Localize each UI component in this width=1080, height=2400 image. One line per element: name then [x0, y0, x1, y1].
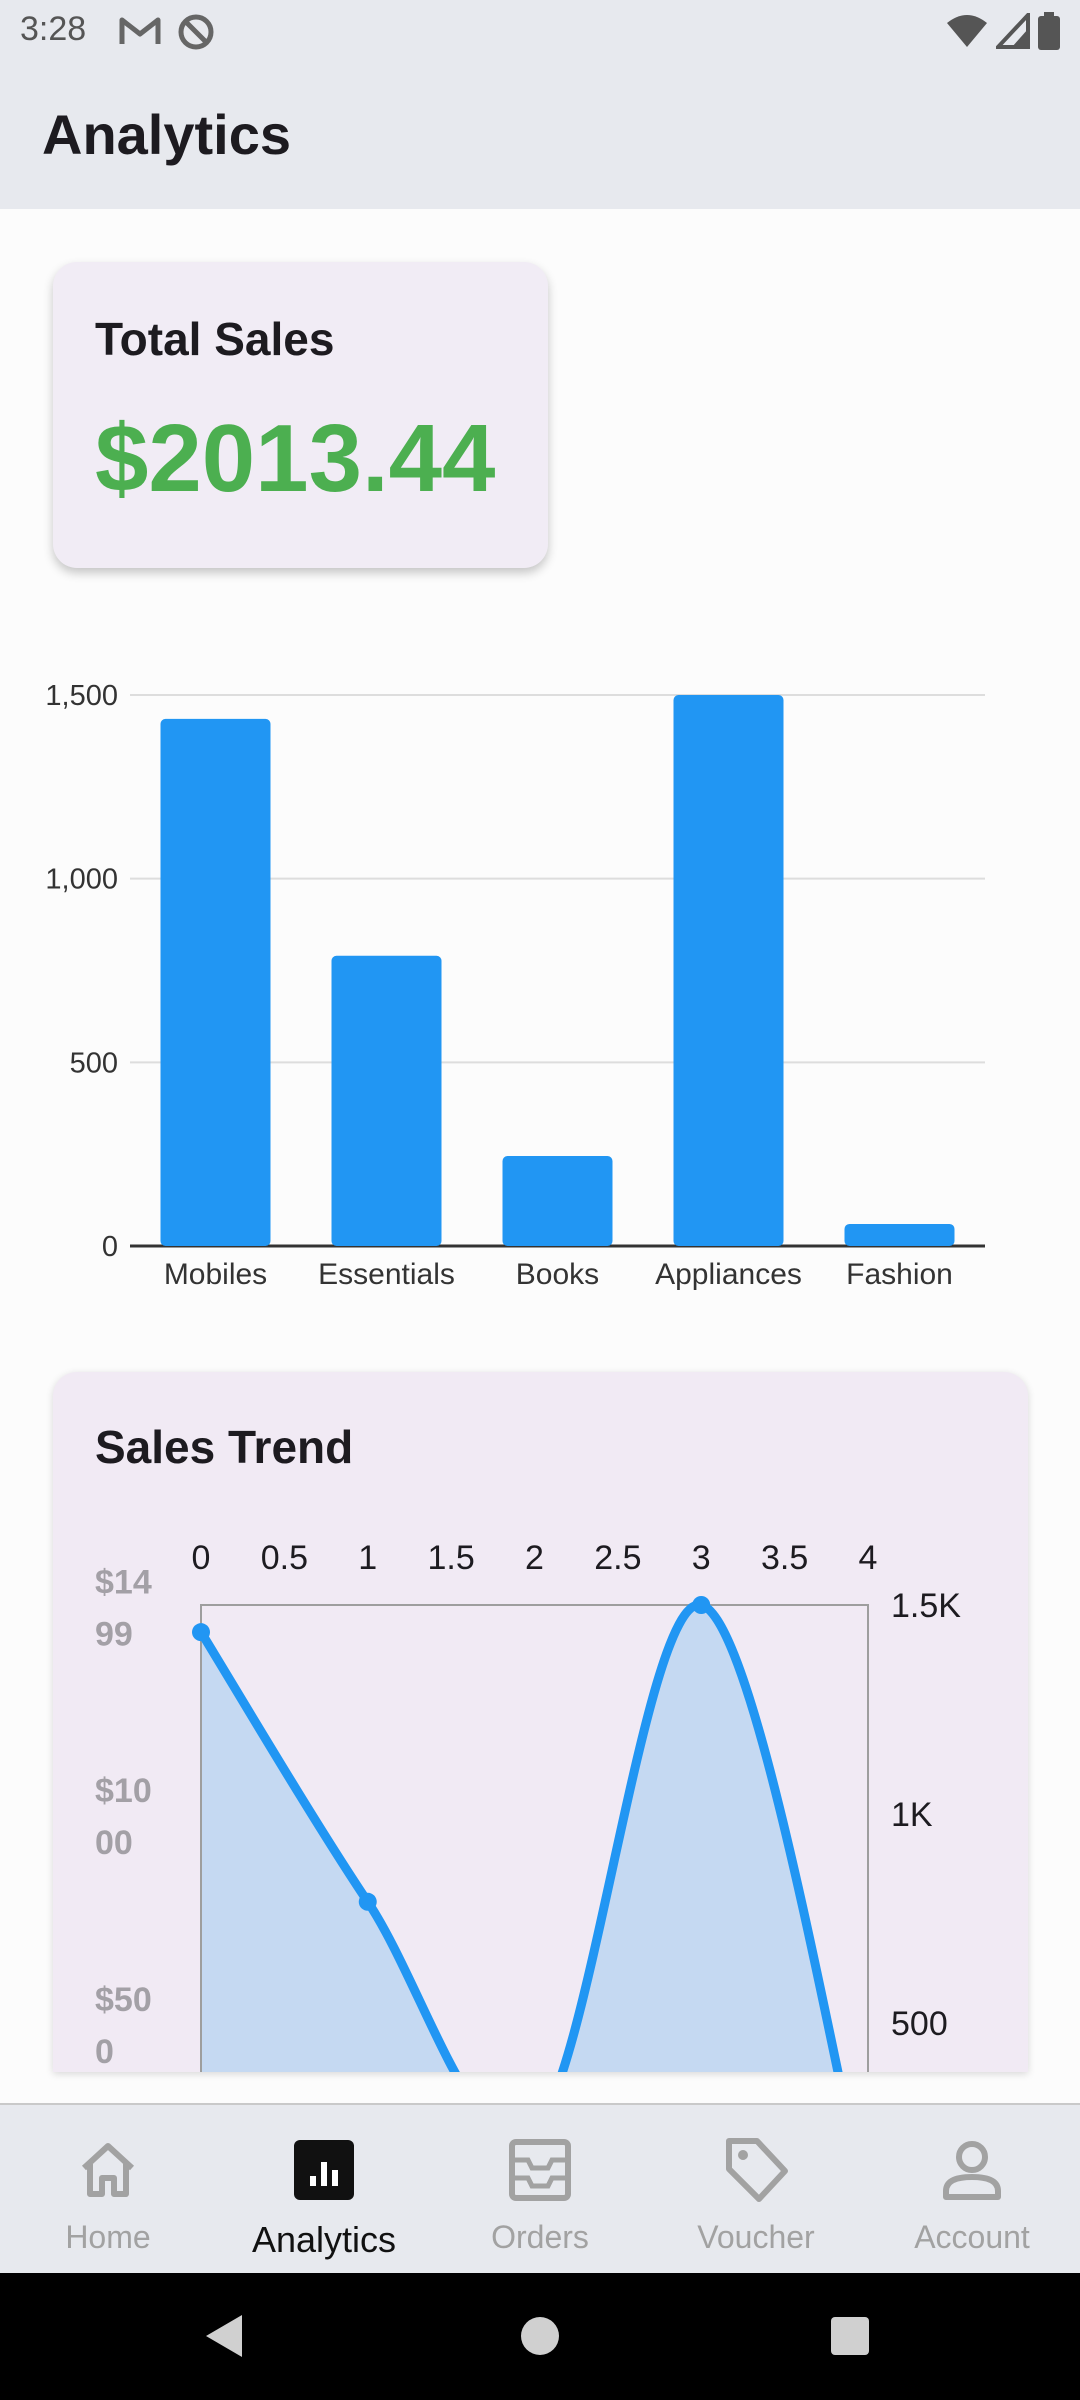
home-icon	[81, 2143, 135, 2197]
x-tick-label: Essentials	[318, 1258, 455, 1291]
sales-trend-card: 0 0.5 1 1.5 2 2.5 3 3.5 4 $14 99 $10 00 $50 0 1.5K 1K 500…	[53, 1372, 1028, 2072]
x-tick-label: 1	[358, 1539, 377, 1577]
total-sales-value: $2013.44	[95, 405, 496, 512]
nav-item-home[interactable]: Home	[0, 2105, 216, 2273]
bottom-navigation: Home Analytics Orders Voucher Account	[0, 2103, 1080, 2273]
y-left-tick-label: $10	[95, 1772, 152, 1810]
bar	[502, 1156, 613, 1246]
nav-label-voucher: Voucher	[697, 2219, 815, 2255]
x-tick-label: 0.5	[261, 1539, 308, 1577]
nav-item-account[interactable]: Account	[864, 2105, 1080, 2273]
status-time: 3:28	[20, 10, 87, 48]
account-icon	[943, 2141, 1001, 2200]
y-left-tick-label: 00	[95, 1824, 133, 1862]
total-sales-card: Total Sales $2013.44	[53, 262, 548, 568]
page-title: Analytics	[42, 103, 291, 166]
analytics-icon	[294, 2140, 354, 2200]
battery-icon	[1038, 12, 1060, 50]
trend-point	[692, 1596, 711, 1614]
nav-label-orders: Orders	[491, 2219, 589, 2255]
orders-icon	[509, 2139, 571, 2201]
wifi-icon	[947, 15, 987, 47]
bar	[844, 1223, 955, 1246]
y-left-tick-label: $50	[95, 1981, 152, 2019]
sales-trend-line-chart: 0 0.5 1 1.5 2 2.5 3 3.5 4 $14 99 $10 00 $50 0 1.5K 1K 500	[95, 1539, 961, 2072]
total-sales-label: Total Sales	[95, 313, 335, 365]
trend-point	[358, 1892, 377, 1911]
y-left-tick-label: 99	[95, 1615, 133, 1653]
x-tick-label: Appliances	[655, 1258, 802, 1291]
nav-item-orders[interactable]: Orders	[432, 2105, 648, 2273]
y-tick-label: 0	[102, 1231, 118, 1263]
bar	[673, 695, 784, 1246]
y-tick-label: 1,000	[45, 864, 118, 896]
y-right-tick-label: 500	[891, 2005, 948, 2043]
nav-item-analytics[interactable]: Analytics	[216, 2105, 432, 2273]
y-right-tick-label: 1.5K	[891, 1587, 961, 1625]
x-tick-label: 3	[692, 1539, 711, 1577]
sales-trend-title: Sales Trend	[95, 1421, 354, 1473]
home-button-icon[interactable]	[520, 2313, 560, 2359]
y-tick-label: 1,500	[45, 680, 118, 712]
status-bar: 3:28	[0, 0, 1080, 64]
nav-item-voucher[interactable]: Voucher	[648, 2105, 864, 2273]
x-tick-label: 3.5	[761, 1539, 808, 1577]
trend-point	[192, 1623, 210, 1642]
nav-label-analytics: Analytics	[251, 2219, 397, 2260]
y-right-tick-label: 1K	[891, 1796, 933, 1834]
x-tick-label: 0	[192, 1539, 211, 1577]
x-tick-label: 1.5	[427, 1539, 474, 1577]
nav-label-home: Home	[65, 2219, 151, 2255]
nav-label-account: Account	[914, 2219, 1030, 2255]
y-tick-label: 500	[70, 1047, 118, 1079]
no-disturb-icon	[178, 14, 214, 50]
x-tick-label: Mobiles	[164, 1258, 267, 1291]
x-tick-label: 2.5	[594, 1539, 641, 1577]
gmail-icon	[119, 17, 161, 44]
x-tick-label: 2	[525, 1539, 544, 1577]
x-tick-label: Books	[516, 1258, 599, 1291]
back-icon[interactable]	[204, 2313, 244, 2359]
app-bar: Analytics	[0, 64, 1080, 209]
trend-area	[201, 1604, 838, 2072]
bar	[160, 718, 271, 1246]
bar	[331, 955, 442, 1246]
x-tick-label: Fashion	[846, 1258, 953, 1291]
y-left-tick-label: 0	[95, 2033, 114, 2071]
y-left-tick-label: $14	[95, 1563, 152, 1601]
voucher-icon	[726, 2138, 788, 2202]
recents-icon[interactable]	[830, 2313, 870, 2359]
system-navigation-bar	[0, 2273, 1080, 2400]
category-sales-bar-chart: 0 500 1,000 1,500 Mobiles Essentials Books Appl…	[45, 680, 985, 1291]
signal-icon	[996, 13, 1030, 49]
x-tick-label: 4	[859, 1539, 878, 1577]
